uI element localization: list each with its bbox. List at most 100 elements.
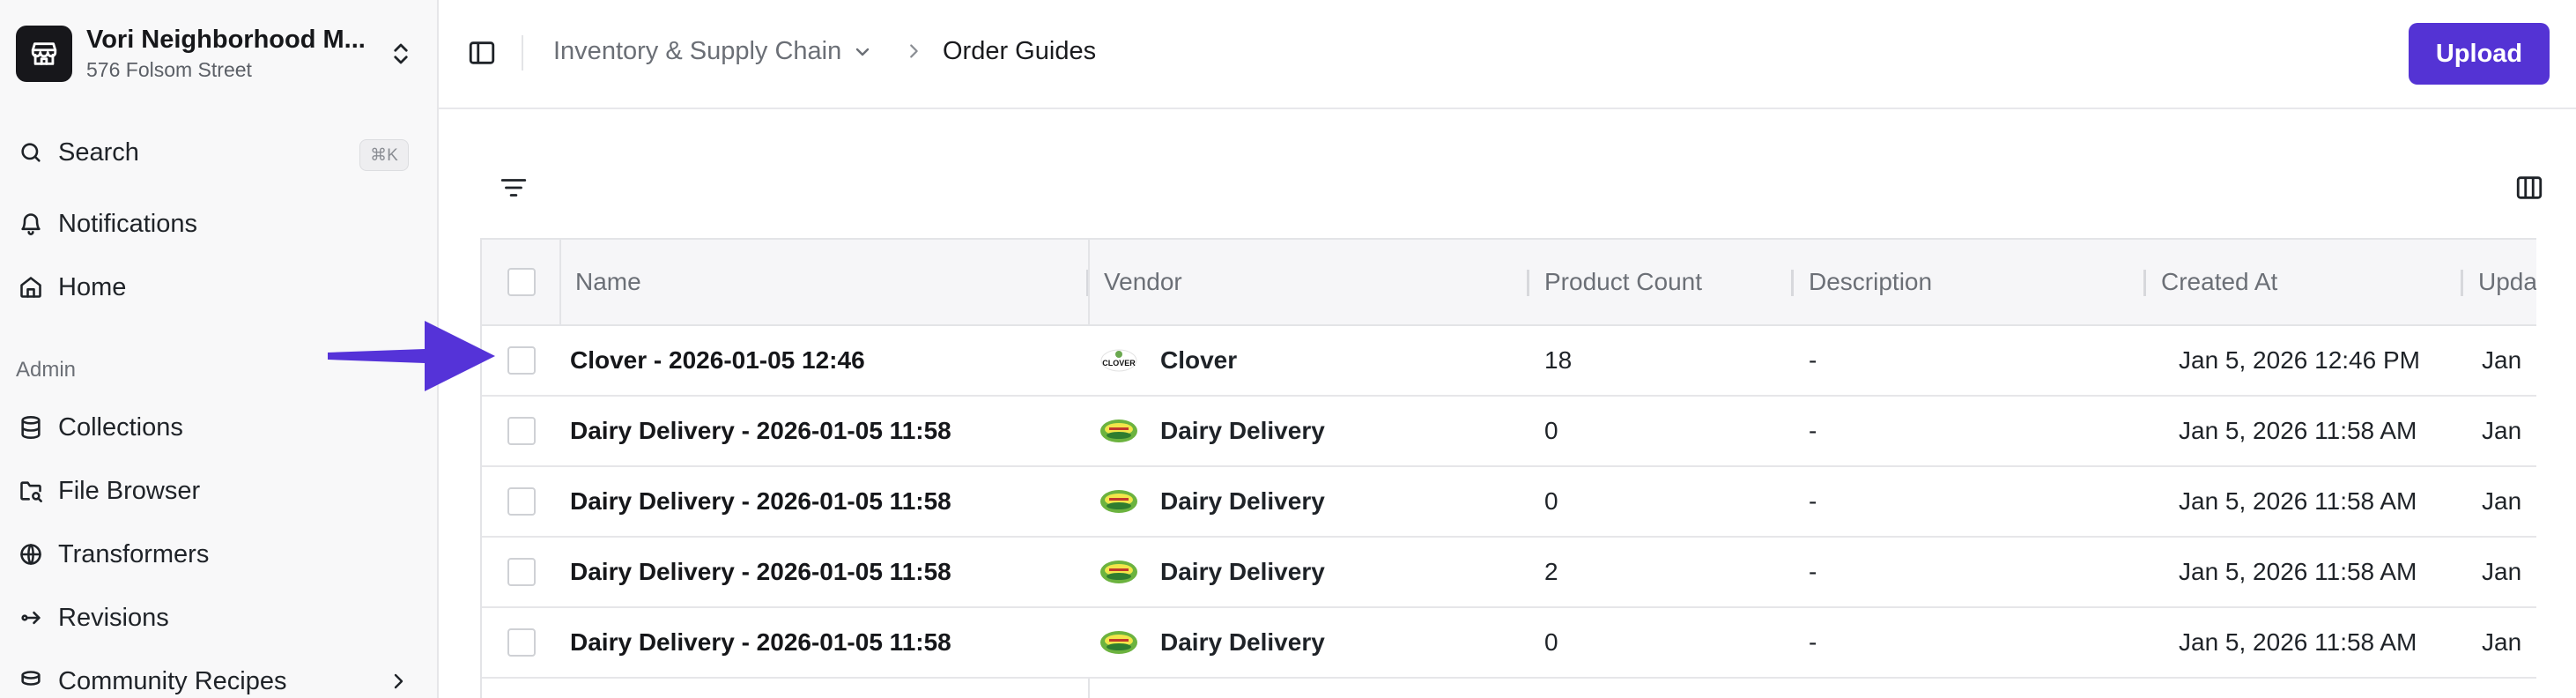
sidebar-item-notifications[interactable]: Notifications [16, 200, 421, 248]
column-header-name[interactable]: Name [561, 240, 1090, 324]
dairy-delivery-logo [1099, 417, 1139, 445]
description: - [1809, 417, 1817, 444]
table-row[interactable]: Dairy Delivery - 2026-01-05 11:58 Dairy D… [482, 467, 2536, 538]
chevron-down-icon [852, 41, 873, 63]
vendor-cell: Dairy Delivery [1099, 397, 1521, 465]
order-guide-name: Dairy Delivery - 2026-01-05 11:58 [570, 487, 951, 515]
upload-button[interactable]: Upload [2409, 23, 2550, 85]
sidebar-item-transformers[interactable]: Transformers [16, 531, 421, 578]
row-checkbox[interactable] [507, 558, 536, 586]
transformer-icon [16, 539, 46, 569]
vendor-cell: Dairy Delivery [1099, 608, 1521, 677]
sidebar-item-home[interactable]: Home [16, 264, 421, 311]
table-row[interactable]: Dairy Delivery - 2026-01-05 11:58 Dairy D… [482, 397, 2536, 467]
column-header-product-count[interactable]: Product Count [1530, 240, 1795, 324]
top-bar: Inventory & Supply Chain Order Guides Up… [439, 0, 2576, 109]
breadcrumb-separator-icon [904, 41, 923, 66]
column-resizer[interactable] [1791, 270, 1794, 296]
sidebar-item-label: File Browser [58, 476, 201, 505]
sidebar-item-search[interactable]: Search ⌘K [16, 129, 421, 176]
product-count: 18 [1544, 346, 1573, 374]
created-at: Jan 5, 2026 11:58 AM [2179, 628, 2417, 656]
select-all-cell [482, 240, 561, 324]
table-row[interactable]: Dairy Delivery - 2026-01-05 11:58 Dairy D… [482, 608, 2536, 679]
product-count: 0 [1544, 628, 1558, 656]
updated-at: Jan [2482, 487, 2522, 515]
table-row[interactable]: Dairy Delivery - 2026-01-05 11:58 Dairy D… [482, 538, 2536, 608]
sidebar-item-community-recipes[interactable]: Community Recipes [16, 657, 421, 698]
breadcrumb-parent[interactable]: Inventory & Supply Chain [553, 37, 873, 66]
updated-at: Jan [2482, 558, 2522, 585]
vendor-name: Clover [1160, 346, 1238, 374]
store-icon [16, 26, 72, 82]
vendor-name: Dairy Delivery [1160, 417, 1325, 444]
section-label-admin: Admin [16, 358, 77, 382]
table-row[interactable]: Clover - 2026-01-05 12:46 CLOVER Clover 18 -… [482, 326, 2536, 397]
clover-logo: CLOVER [1099, 346, 1139, 375]
order-guide-name: Clover - 2026-01-05 12:46 [570, 346, 865, 374]
updated-at: Jan [2482, 628, 2522, 656]
created-at: Jan 5, 2026 11:58 AM [2179, 558, 2417, 585]
updated-at: Jan [2482, 346, 2522, 374]
row-checkbox[interactable] [507, 628, 536, 657]
vendor-cell: Dairy Delivery [1099, 467, 1521, 536]
description: - [1809, 487, 1817, 515]
sidebar-item-label: Transformers [58, 539, 210, 568]
updated-at: Jan [2482, 417, 2522, 444]
vendor-name: Dairy Delivery [1160, 628, 1325, 656]
vendor-cell: Dairy Delivery [1099, 538, 1521, 606]
description: - [1809, 558, 1817, 585]
row-checkbox[interactable] [507, 487, 536, 516]
community-icon [16, 666, 46, 696]
column-divider [559, 240, 561, 326]
chevrons-up-down-icon [388, 39, 414, 73]
row-select-cell [482, 467, 561, 536]
column-header-updated-at[interactable]: Upda [2464, 240, 2536, 324]
revision-icon [16, 603, 46, 633]
select-all-checkbox[interactable] [507, 268, 536, 296]
svg-text:CLOVER: CLOVER [1102, 359, 1136, 368]
product-count: 0 [1544, 417, 1558, 444]
dairy-delivery-logo [1099, 628, 1139, 657]
org-switcher[interactable]: Vori Neighborhood M... 576 Folsom Street [16, 25, 421, 83]
sidebar-item-label: Search [58, 137, 139, 167]
breadcrumb-current: Order Guides [943, 37, 1097, 65]
description: - [1809, 346, 1817, 374]
table-header: Name Vendor Product Count Description Cr… [482, 240, 2536, 326]
breadcrumb-parent-label: Inventory & Supply Chain [553, 37, 842, 65]
sidebar-item-revisions[interactable]: Revisions [16, 594, 421, 642]
product-count: 2 [1544, 558, 1558, 585]
sidebar-item-label: Community Recipes [58, 666, 287, 695]
dairy-delivery-logo [1099, 558, 1139, 586]
row-checkbox[interactable] [507, 417, 536, 445]
org-address: 576 Folsom Street [86, 58, 252, 81]
column-resizer[interactable] [2461, 270, 2463, 296]
description: - [1809, 628, 1817, 656]
created-at: Jan 5, 2026 11:58 AM [2179, 417, 2417, 444]
sidebar-item-file-browser[interactable]: File Browser [16, 467, 421, 515]
product-count: 0 [1544, 487, 1558, 515]
vendor-cell: CLOVER Clover [1099, 326, 1521, 395]
column-header-created-at[interactable]: Created At [2147, 240, 2464, 324]
chevron-right-icon [388, 670, 409, 698]
order-guides-table: Name Vendor Product Count Description Cr… [480, 238, 2536, 698]
column-header-vendor[interactable]: Vendor [1090, 240, 1530, 324]
home-icon [16, 272, 46, 302]
columns-icon[interactable] [2514, 173, 2544, 207]
order-guide-name: Dairy Delivery - 2026-01-05 11:58 [570, 628, 951, 656]
sidebar-item-collections[interactable]: Collections [16, 404, 421, 451]
filter-icon[interactable] [499, 173, 529, 207]
dairy-delivery-logo [1099, 487, 1139, 516]
column-resizer[interactable] [1527, 270, 1529, 296]
column-resizer[interactable] [2143, 270, 2146, 296]
sidebar-item-label: Collections [58, 412, 183, 442]
sidebar-item-label: Revisions [58, 603, 169, 632]
row-checkbox[interactable] [507, 346, 536, 375]
column-header-description[interactable]: Description [1795, 240, 2147, 324]
order-guide-name: Dairy Delivery - 2026-01-05 11:58 [570, 417, 951, 444]
sidebar-toggle-icon[interactable] [467, 38, 497, 72]
created-at: Jan 5, 2026 11:58 AM [2179, 487, 2417, 515]
search-icon [16, 137, 46, 167]
created-at: Jan 5, 2026 12:46 PM [2179, 346, 2420, 374]
org-name: Vori Neighborhood M... [86, 26, 366, 54]
